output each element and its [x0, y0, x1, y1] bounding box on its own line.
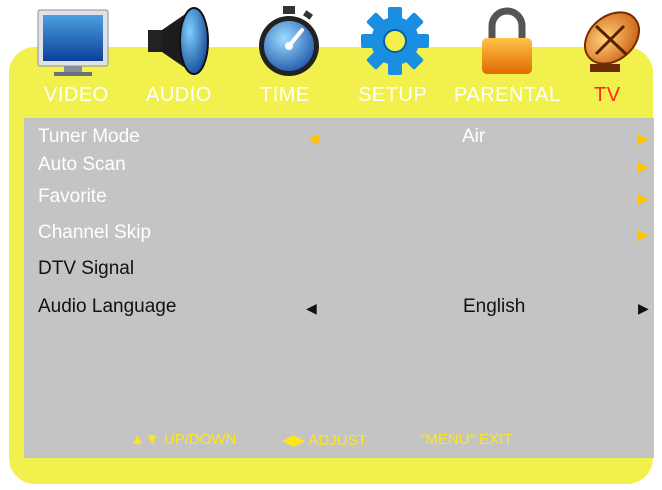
tab-audio[interactable]: AUDIO — [146, 84, 212, 107]
hint-adjust-text: ADJUST — [308, 432, 367, 449]
right-arrow-icon[interactable]: ▶ — [638, 226, 649, 243]
right-arrow-icon[interactable]: ▶ — [638, 300, 649, 317]
right-arrow-icon[interactable]: ▶ — [638, 130, 649, 147]
favorite-label: Favorite — [38, 186, 107, 207]
setting-auto-scan[interactable]: Auto Scan ▶ — [24, 154, 654, 186]
setting-favorite[interactable]: Favorite ▶ — [24, 186, 654, 218]
setting-audio-language[interactable]: Audio Language ◀ English ▶ — [24, 296, 654, 328]
hint-updown: ▲▼ UP/DOWN — [130, 431, 236, 448]
left-arrow-icon[interactable]: ◀ — [308, 130, 319, 147]
left-right-arrows-icon: ◀▶ — [282, 432, 306, 449]
right-arrow-icon[interactable]: ▶ — [638, 190, 649, 207]
audio-language-value: English — [463, 296, 526, 317]
tab-parental[interactable]: PARENTAL — [454, 84, 561, 107]
dtv-signal-label: DTV Signal — [38, 258, 135, 279]
speaker-icon[interactable] — [142, 4, 216, 78]
tab-setup[interactable]: SETUP — [358, 84, 427, 107]
padlock-icon[interactable] — [470, 4, 544, 78]
up-down-arrows-icon: ▲▼ — [130, 431, 160, 448]
hint-updown-text: UP/DOWN — [163, 431, 237, 448]
tuner-mode-value: Air — [462, 126, 486, 147]
category-tabs: VIDEO AUDIO TIME SETUP PARENTAL TV — [0, 84, 662, 114]
tab-video[interactable]: VIDEO — [44, 84, 109, 107]
hint-adjust: ◀▶ ADJUST — [282, 431, 367, 449]
tuner-mode-label: Tuner Mode — [38, 126, 140, 147]
gear-icon[interactable] — [358, 4, 432, 78]
left-arrow-icon[interactable]: ◀ — [306, 300, 317, 317]
monitor-icon[interactable] — [36, 4, 110, 78]
channel-skip-label: Channel Skip — [38, 222, 152, 243]
tab-tv[interactable]: TV — [594, 84, 621, 107]
setting-dtv-signal[interactable]: DTV Signal — [24, 258, 654, 290]
auto-scan-label: Auto Scan — [38, 154, 126, 175]
category-icons — [0, 0, 662, 80]
tab-time[interactable]: TIME — [260, 84, 310, 107]
settings-list: Tuner Mode ◀ Air ▶ Auto Scan ▶ Favorite … — [24, 118, 654, 458]
stopwatch-icon[interactable] — [252, 4, 326, 78]
audio-language-label: Audio Language — [38, 296, 177, 317]
setting-channel-skip[interactable]: Channel Skip ▶ — [24, 222, 654, 254]
right-arrow-icon[interactable]: ▶ — [638, 158, 649, 175]
satellite-dish-icon[interactable] — [576, 4, 650, 78]
hint-exit: "MENU":EXIT — [420, 431, 513, 448]
